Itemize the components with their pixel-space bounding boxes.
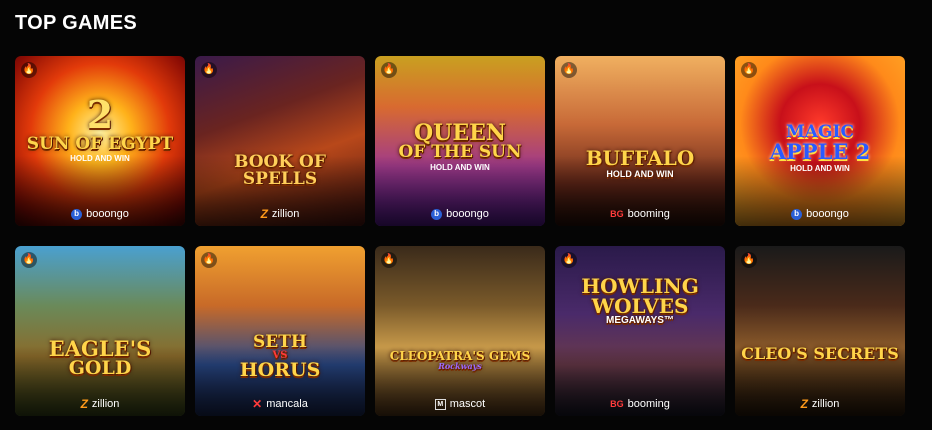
- zillion-logo-icon: Z: [80, 397, 88, 411]
- fire-icon: 🔥: [741, 62, 757, 78]
- mascot-logo-icon: M: [434, 398, 446, 410]
- fire-icon: 🔥: [741, 252, 757, 268]
- provider-label: ✕ mancala: [252, 397, 308, 411]
- booongo-logo-icon: b: [71, 208, 83, 220]
- booongo-logo-icon: b: [791, 208, 803, 220]
- mancala-logo-icon: ✕: [252, 397, 263, 411]
- fire-icon: 🔥: [21, 252, 37, 268]
- provider-label: M mascot: [375, 397, 545, 411]
- fire-icon: 🔥: [381, 62, 397, 78]
- booming-logo-icon: BG: [610, 208, 624, 219]
- fire-icon: 🔥: [201, 62, 217, 78]
- game-card-queen-of-the-sun[interactable]: 🔥 QUEEN OF THE SUN HOLD AND WIN b booong…: [375, 56, 545, 226]
- fire-icon: 🔥: [201, 252, 217, 268]
- provider-label: b booongo: [375, 207, 545, 221]
- game-card-sun-of-egypt-2[interactable]: 🔥 2 SUN OF EGYPT HOLD AND WIN b booongo: [15, 56, 185, 226]
- provider-label: BG booming: [610, 208, 670, 220]
- game-card-book-of-spells[interactable]: 🔥 BOOK OF SPELLS Z zillion: [195, 56, 365, 226]
- game-title: SETH VS HORUS: [239, 332, 321, 381]
- game-card-eagles-gold[interactable]: 🔥 EAGLE'S GOLD Z zillion: [15, 246, 185, 416]
- zillion-logo-icon: Z: [260, 207, 268, 221]
- zillion-logo-icon: Z: [800, 397, 808, 411]
- provider-label: BG booming: [610, 398, 670, 410]
- game-title: BUFFALO HOLD AND WIN: [585, 146, 695, 179]
- game-title: QUEEN OF THE SUN HOLD AND WIN: [398, 120, 522, 172]
- provider-label: Z zillion: [800, 397, 840, 411]
- game-title: MAGIC APPLE 2 HOLD AND WIN: [769, 122, 871, 173]
- games-grid: 🔥 2 SUN OF EGYPT HOLD AND WIN b booongo …: [15, 56, 906, 416]
- game-card-howling-wolves-megaways[interactable]: 🔥 HOWLING WOLVES MEGAWAYS™ BG booming: [555, 246, 725, 416]
- game-title: CLEOPATRA'S GEMS Rockways: [389, 349, 531, 371]
- booongo-logo-icon: b: [431, 208, 443, 220]
- fire-icon: 🔥: [561, 62, 577, 78]
- game-title: 2 SUN OF EGYPT HOLD AND WIN: [26, 92, 174, 163]
- fire-icon: 🔥: [381, 252, 397, 268]
- booming-logo-icon: BG: [610, 398, 624, 409]
- fire-icon: 🔥: [561, 252, 577, 268]
- game-title: EAGLE'S GOLD: [48, 336, 152, 379]
- provider-label: Z zillion: [80, 397, 120, 411]
- game-card-magic-apple-2[interactable]: 🔥 MAGIC APPLE 2 HOLD AND WIN b booongo: [735, 56, 905, 226]
- game-title: BOOK OF SPELLS: [234, 152, 326, 189]
- provider-label: Z zillion: [260, 207, 300, 221]
- game-card-seth-vs-horus[interactable]: 🔥 SETH VS HORUS ✕ mancala: [195, 246, 365, 416]
- fire-icon: 🔥: [21, 62, 37, 78]
- section-title: TOP GAMES: [15, 12, 137, 34]
- provider-label: b booongo: [15, 207, 185, 221]
- game-card-cleos-secrets[interactable]: 🔥 CLEO'S SECRETS Z zillion: [735, 246, 905, 416]
- game-title: CLEO'S SECRETS: [741, 344, 899, 363]
- game-card-cleopatras-gems[interactable]: 🔥 CLEOPATRA'S GEMS Rockways M mascot: [375, 246, 545, 416]
- game-title: HOWLING WOLVES MEGAWAYS™: [581, 274, 699, 326]
- provider-label: b booongo: [735, 207, 905, 221]
- game-card-buffalo-hold-and-win[interactable]: 🔥 BUFFALO HOLD AND WIN BG booming: [555, 56, 725, 226]
